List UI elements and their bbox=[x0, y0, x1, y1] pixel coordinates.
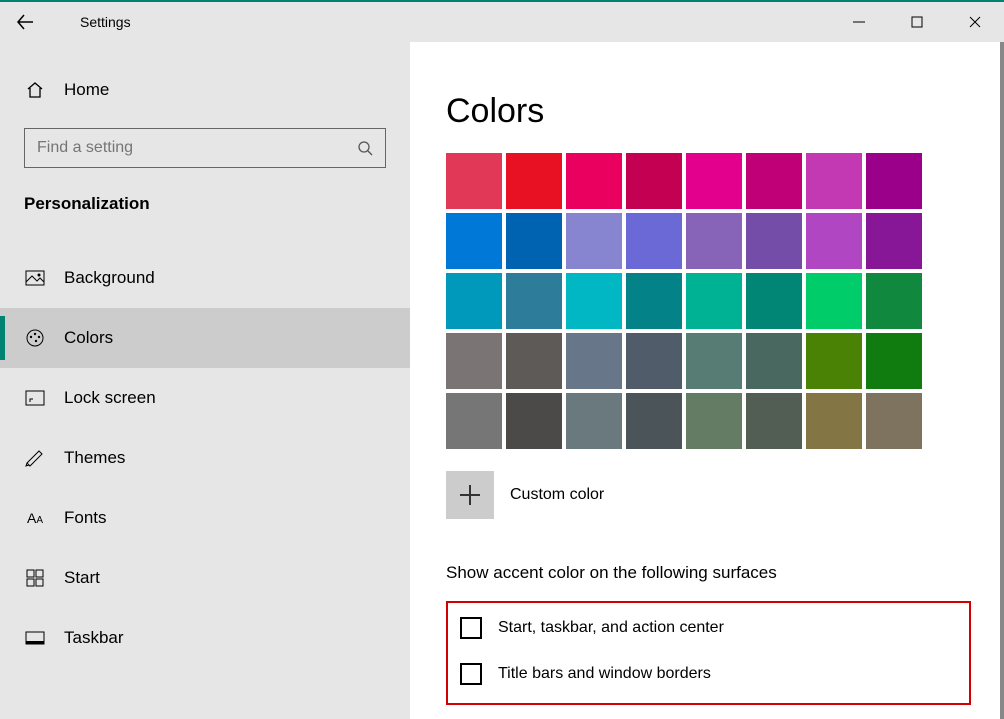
themes-icon bbox=[24, 449, 46, 467]
page-heading: Colors bbox=[446, 92, 1004, 131]
color-swatch[interactable] bbox=[566, 153, 622, 209]
close-button[interactable] bbox=[946, 2, 1004, 42]
nav-label: Fonts bbox=[64, 508, 107, 528]
nav-taskbar[interactable]: Taskbar bbox=[0, 608, 410, 668]
highlight-box: Start, taskbar, and action center Title … bbox=[446, 601, 971, 705]
color-swatch[interactable] bbox=[686, 333, 742, 389]
nav-label: Taskbar bbox=[64, 628, 124, 648]
checkbox-title-bars[interactable]: Title bars and window borders bbox=[460, 663, 957, 685]
color-swatch[interactable] bbox=[806, 213, 862, 269]
back-button[interactable] bbox=[0, 2, 50, 42]
nav-label: Themes bbox=[64, 448, 125, 468]
search-box[interactable] bbox=[24, 128, 386, 168]
titlebar: Settings bbox=[0, 2, 1004, 42]
color-swatch[interactable] bbox=[566, 273, 622, 329]
section-title: Personalization bbox=[0, 194, 410, 214]
fonts-icon: AA bbox=[24, 510, 46, 526]
color-swatch[interactable] bbox=[506, 393, 562, 449]
color-swatch[interactable] bbox=[866, 153, 922, 209]
color-swatch[interactable] bbox=[446, 213, 502, 269]
nav-colors[interactable]: Colors bbox=[0, 308, 410, 368]
color-swatch[interactable] bbox=[446, 273, 502, 329]
nav-lock-screen[interactable]: Lock screen bbox=[0, 368, 410, 428]
color-swatch[interactable] bbox=[806, 393, 862, 449]
color-swatch[interactable] bbox=[866, 213, 922, 269]
nav-start[interactable]: Start bbox=[0, 548, 410, 608]
nav-label: Start bbox=[64, 568, 100, 588]
nav-list: Background Colors Lock screen Themes AA … bbox=[0, 248, 410, 668]
color-swatch[interactable] bbox=[746, 153, 802, 209]
content-pane: Colors Custom color Show accent color on… bbox=[410, 42, 1004, 719]
plus-icon bbox=[460, 485, 480, 505]
color-swatch[interactable] bbox=[626, 213, 682, 269]
color-swatch[interactable] bbox=[866, 273, 922, 329]
color-swatch[interactable] bbox=[806, 333, 862, 389]
color-swatch[interactable] bbox=[806, 273, 862, 329]
color-swatch[interactable] bbox=[506, 333, 562, 389]
color-swatch[interactable] bbox=[506, 213, 562, 269]
color-swatch[interactable] bbox=[746, 273, 802, 329]
color-swatch[interactable] bbox=[446, 393, 502, 449]
color-swatch[interactable] bbox=[626, 273, 682, 329]
checkbox-start-taskbar[interactable]: Start, taskbar, and action center bbox=[460, 617, 957, 639]
minimize-button[interactable] bbox=[830, 2, 888, 42]
lock-screen-icon bbox=[24, 390, 46, 406]
color-swatch[interactable] bbox=[566, 213, 622, 269]
color-swatch[interactable] bbox=[746, 333, 802, 389]
home-label: Home bbox=[64, 80, 109, 100]
checkbox-label: Title bars and window borders bbox=[498, 665, 711, 683]
maximize-button[interactable] bbox=[888, 2, 946, 42]
color-swatch[interactable] bbox=[626, 333, 682, 389]
color-swatch[interactable] bbox=[446, 153, 502, 209]
color-swatch[interactable] bbox=[626, 393, 682, 449]
search-input[interactable] bbox=[37, 139, 357, 157]
color-swatch[interactable] bbox=[746, 213, 802, 269]
close-icon bbox=[969, 16, 981, 28]
color-swatch[interactable] bbox=[806, 153, 862, 209]
sidebar: Home Personalization Background Colors L… bbox=[0, 42, 410, 719]
custom-color-button[interactable] bbox=[446, 471, 494, 519]
home-link[interactable]: Home bbox=[0, 70, 410, 110]
color-swatch[interactable] bbox=[626, 153, 682, 209]
color-swatch[interactable] bbox=[566, 393, 622, 449]
search-icon bbox=[357, 140, 373, 156]
arrow-left-icon bbox=[16, 13, 34, 31]
nav-label: Background bbox=[64, 268, 155, 288]
scrollbar[interactable] bbox=[1000, 42, 1004, 719]
checkbox-icon bbox=[460, 617, 482, 639]
color-swatch[interactable] bbox=[866, 333, 922, 389]
start-icon bbox=[24, 569, 46, 587]
palette-icon bbox=[24, 328, 46, 348]
color-swatch[interactable] bbox=[686, 153, 742, 209]
color-swatch[interactable] bbox=[866, 393, 922, 449]
custom-color-row: Custom color bbox=[446, 471, 1004, 519]
checkbox-label: Start, taskbar, and action center bbox=[498, 619, 724, 637]
checkbox-icon bbox=[460, 663, 482, 685]
color-swatch[interactable] bbox=[686, 213, 742, 269]
color-swatch[interactable] bbox=[686, 273, 742, 329]
custom-color-label: Custom color bbox=[510, 486, 604, 504]
nav-label: Lock screen bbox=[64, 388, 156, 408]
home-icon bbox=[24, 80, 46, 100]
color-swatch[interactable] bbox=[566, 333, 622, 389]
window-title: Settings bbox=[80, 14, 131, 30]
image-icon bbox=[24, 270, 46, 286]
surfaces-heading: Show accent color on the following surfa… bbox=[446, 563, 1004, 583]
color-swatch[interactable] bbox=[686, 393, 742, 449]
color-swatch[interactable] bbox=[446, 333, 502, 389]
taskbar-icon bbox=[24, 631, 46, 645]
minimize-icon bbox=[853, 16, 865, 28]
maximize-icon bbox=[911, 16, 923, 28]
color-swatch[interactable] bbox=[506, 153, 562, 209]
window-controls bbox=[830, 2, 1004, 42]
nav-label: Colors bbox=[64, 328, 113, 348]
nav-background[interactable]: Background bbox=[0, 248, 410, 308]
nav-fonts[interactable]: AA Fonts bbox=[0, 488, 410, 548]
color-swatch[interactable] bbox=[746, 393, 802, 449]
color-swatch[interactable] bbox=[506, 273, 562, 329]
nav-themes[interactable]: Themes bbox=[0, 428, 410, 488]
color-palette bbox=[446, 153, 1004, 449]
